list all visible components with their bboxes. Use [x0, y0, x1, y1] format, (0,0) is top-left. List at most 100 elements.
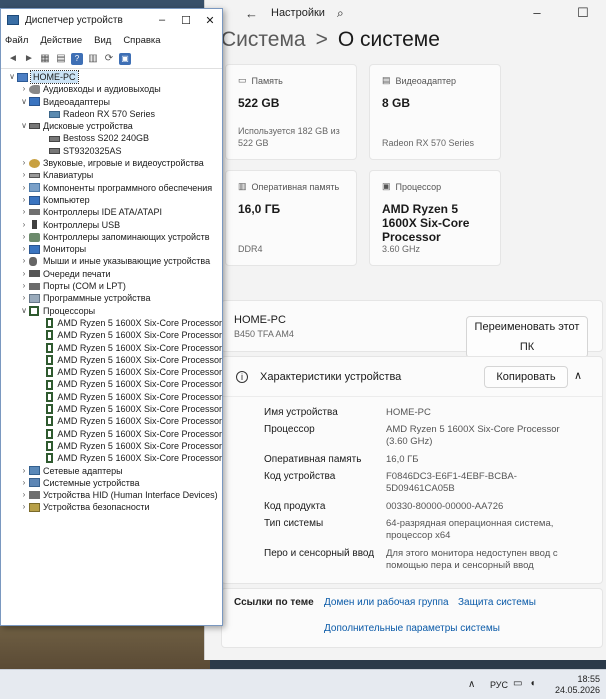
chevron-right-icon[interactable]: › [19, 243, 29, 255]
system-protection-link[interactable]: Защита системы [458, 597, 536, 608]
tree-root-computer[interactable]: ∨ HOME-PC [1, 69, 222, 85]
ram-card[interactable]: ▥ Оперативная память 16,0 ГБ DDR4 [225, 170, 357, 266]
chevron-right-icon[interactable]: › [19, 182, 29, 194]
chevron-right-icon[interactable]: › [19, 489, 29, 501]
chevron-right-icon[interactable]: › [19, 255, 29, 267]
chevron-down-icon[interactable]: ∨ [7, 71, 17, 83]
tree-device[interactable]: AMD Ryzen 5 1600X Six-Core Processor [1, 391, 222, 403]
chevron-right-icon[interactable]: › [19, 280, 29, 292]
tree-device[interactable]: AMD Ryzen 5 1600X Six-Core Processor [1, 415, 222, 427]
maximize-icon[interactable]: ☐ [174, 14, 198, 27]
tree-category[interactable]: › Сетевые адаптеры [1, 465, 222, 477]
network-icon[interactable]: ▭ [513, 678, 522, 689]
disk-device-icon [29, 123, 40, 130]
tree-category[interactable]: › Контроллеры USB [1, 219, 222, 231]
cpu-icon: ▣ [382, 181, 391, 191]
advanced-system-settings-link[interactable]: Дополнительные параметры системы [324, 623, 500, 634]
tree-category[interactable]: › Компоненты программного обеспечения [1, 182, 222, 194]
volume-icon[interactable]: ◖ [529, 678, 535, 689]
tree-category[interactable]: › Аудиовходы и аудиовыходы [1, 83, 222, 95]
chevron-up-icon[interactable]: ∧ [574, 369, 582, 382]
chevron-right-icon[interactable]: › [19, 465, 29, 477]
tree-device[interactable]: AMD Ryzen 5 1600X Six-Core Processor [1, 428, 222, 440]
storage-card[interactable]: ▭ Память 522 GB Используется 182 GB из 52… [225, 64, 357, 160]
storage-icon: ▭ [238, 75, 247, 85]
list-view-icon[interactable]: ▤ [55, 53, 67, 65]
tree-category[interactable]: › Звуковые, игровые и видеоустройства [1, 157, 222, 169]
tree-category[interactable]: › Клавиатуры [1, 169, 222, 181]
tree-category[interactable]: › Устройства безопасности [1, 501, 222, 513]
forward-arrow-icon[interactable]: ► [23, 53, 35, 65]
chevron-down-icon[interactable]: ∨ [19, 305, 29, 317]
tree-category[interactable]: › Контроллеры IDE ATA/ATAPI [1, 206, 222, 218]
maximize-icon[interactable]: ☐ [560, 5, 606, 21]
menu-help[interactable]: Справка [123, 35, 160, 46]
chevron-right-icon[interactable]: › [19, 157, 29, 169]
tree-category[interactable]: › Программные устройства [1, 292, 222, 304]
pc-name-bar: HOME-PC B450 TFA AM4 Переименовать этот … [221, 300, 603, 358]
language-indicator[interactable]: РУС [490, 680, 508, 690]
device-specs-header[interactable]: i Характеристики устройства Копировать ∧ [222, 357, 602, 397]
chevron-right-icon[interactable]: › [19, 292, 29, 304]
minimize-icon[interactable]: – [150, 14, 174, 27]
breadcrumb-system[interactable]: Система [221, 28, 306, 51]
tree-device[interactable]: AMD Ryzen 5 1600X Six-Core Processor [1, 354, 222, 366]
tray-expand-icon[interactable]: ∧ [468, 679, 475, 690]
tree-device[interactable]: AMD Ryzen 5 1600X Six-Core Processor [1, 440, 222, 452]
minimize-icon[interactable]: – [514, 5, 560, 21]
chevron-right-icon[interactable]: › [19, 194, 29, 206]
search-icon[interactable]: ⌕ [337, 6, 344, 21]
chevron-right-icon[interactable]: › [19, 83, 29, 95]
clock[interactable]: 18:55 24.05.2026 [554, 674, 600, 696]
scan-hardware-icon[interactable]: ▣ [119, 52, 131, 65]
tree-device[interactable]: ST9320325AS [1, 145, 222, 157]
chevron-right-icon[interactable]: › [19, 501, 29, 513]
tree-category[interactable]: › Компьютер [1, 194, 222, 206]
chevron-down-icon[interactable]: ∨ [19, 96, 29, 108]
menu-view[interactable]: Вид [94, 35, 111, 46]
tree-category[interactable]: › Порты (COM и LPT) [1, 280, 222, 292]
chevron-right-icon[interactable]: › [19, 206, 29, 218]
chevron-right-icon[interactable]: › [19, 219, 29, 231]
tree-device[interactable]: AMD Ryzen 5 1600X Six-Core Processor [1, 329, 222, 341]
tree-category[interactable]: › Мониторы [1, 243, 222, 255]
back-arrow-icon[interactable]: ◄ [7, 53, 19, 65]
cpu-card[interactable]: ▣ Процессор AMD Ryzen 5 1600X Six-Core Pr… [369, 170, 501, 266]
tree-device[interactable]: AMD Ryzen 5 1600X Six-Core Processor [1, 366, 222, 378]
update-driver-icon[interactable]: ⟳ [103, 53, 115, 65]
tree-category[interactable]: › Контроллеры запоминающих устройств [1, 231, 222, 243]
tree-category[interactable]: › Очереди печати [1, 268, 222, 280]
chevron-down-icon[interactable]: ∨ [19, 120, 29, 132]
devmgr-titlebar[interactable]: Диспетчер устройств – ☐ ✕ [1, 9, 222, 31]
tree-device[interactable]: Bestoss S202 240GB [1, 132, 222, 144]
tree-device[interactable]: AMD Ryzen 5 1600X Six-Core Processor [1, 342, 222, 354]
tree-category[interactable]: ∨ Дисковые устройства [1, 120, 222, 132]
tree-device[interactable]: Radeon RX 570 Series [1, 108, 222, 120]
chevron-right-icon[interactable]: › [19, 268, 29, 280]
help-icon[interactable]: ? [71, 52, 83, 65]
back-arrow-icon[interactable]: ← [245, 6, 267, 21]
rename-pc-button[interactable]: Переименовать этот ПК [466, 316, 588, 358]
tree-category[interactable]: ∨ Процессоры [1, 305, 222, 317]
domain-workgroup-link[interactable]: Домен или рабочая группа [324, 597, 449, 608]
tree-device[interactable]: AMD Ryzen 5 1600X Six-Core Processor [1, 317, 222, 329]
tree-category[interactable]: ∨ Видеоадаптеры [1, 96, 222, 108]
tree-device[interactable]: AMD Ryzen 5 1600X Six-Core Processor [1, 403, 222, 415]
chevron-right-icon[interactable]: › [19, 477, 29, 489]
chevron-right-icon[interactable]: › [19, 231, 29, 243]
gpu-card[interactable]: ▤ Видеоадаптер 8 GB Radeon RX 570 Series [369, 64, 501, 160]
tree-category[interactable]: › Устройства HID (Human Interface Devices… [1, 489, 222, 501]
menu-file[interactable]: Файл [5, 35, 28, 46]
show-hide-tree-icon[interactable]: ▦ [39, 53, 51, 65]
menu-action[interactable]: Действие [40, 35, 82, 46]
disk-device-icon [49, 147, 60, 154]
chevron-right-icon[interactable]: › [19, 169, 29, 181]
close-icon[interactable]: ✕ [198, 14, 222, 27]
tree-device[interactable]: AMD Ryzen 5 1600X Six-Core Processor [1, 452, 222, 464]
cpu-device-icon [45, 453, 54, 464]
tree-category[interactable]: › Мыши и иные указывающие устройства [1, 255, 222, 267]
copy-button[interactable]: Копировать [484, 366, 568, 388]
properties-icon[interactable]: ▥ [87, 53, 99, 65]
tree-device[interactable]: AMD Ryzen 5 1600X Six-Core Processor [1, 378, 222, 390]
tree-category[interactable]: › Системные устройства [1, 477, 222, 489]
